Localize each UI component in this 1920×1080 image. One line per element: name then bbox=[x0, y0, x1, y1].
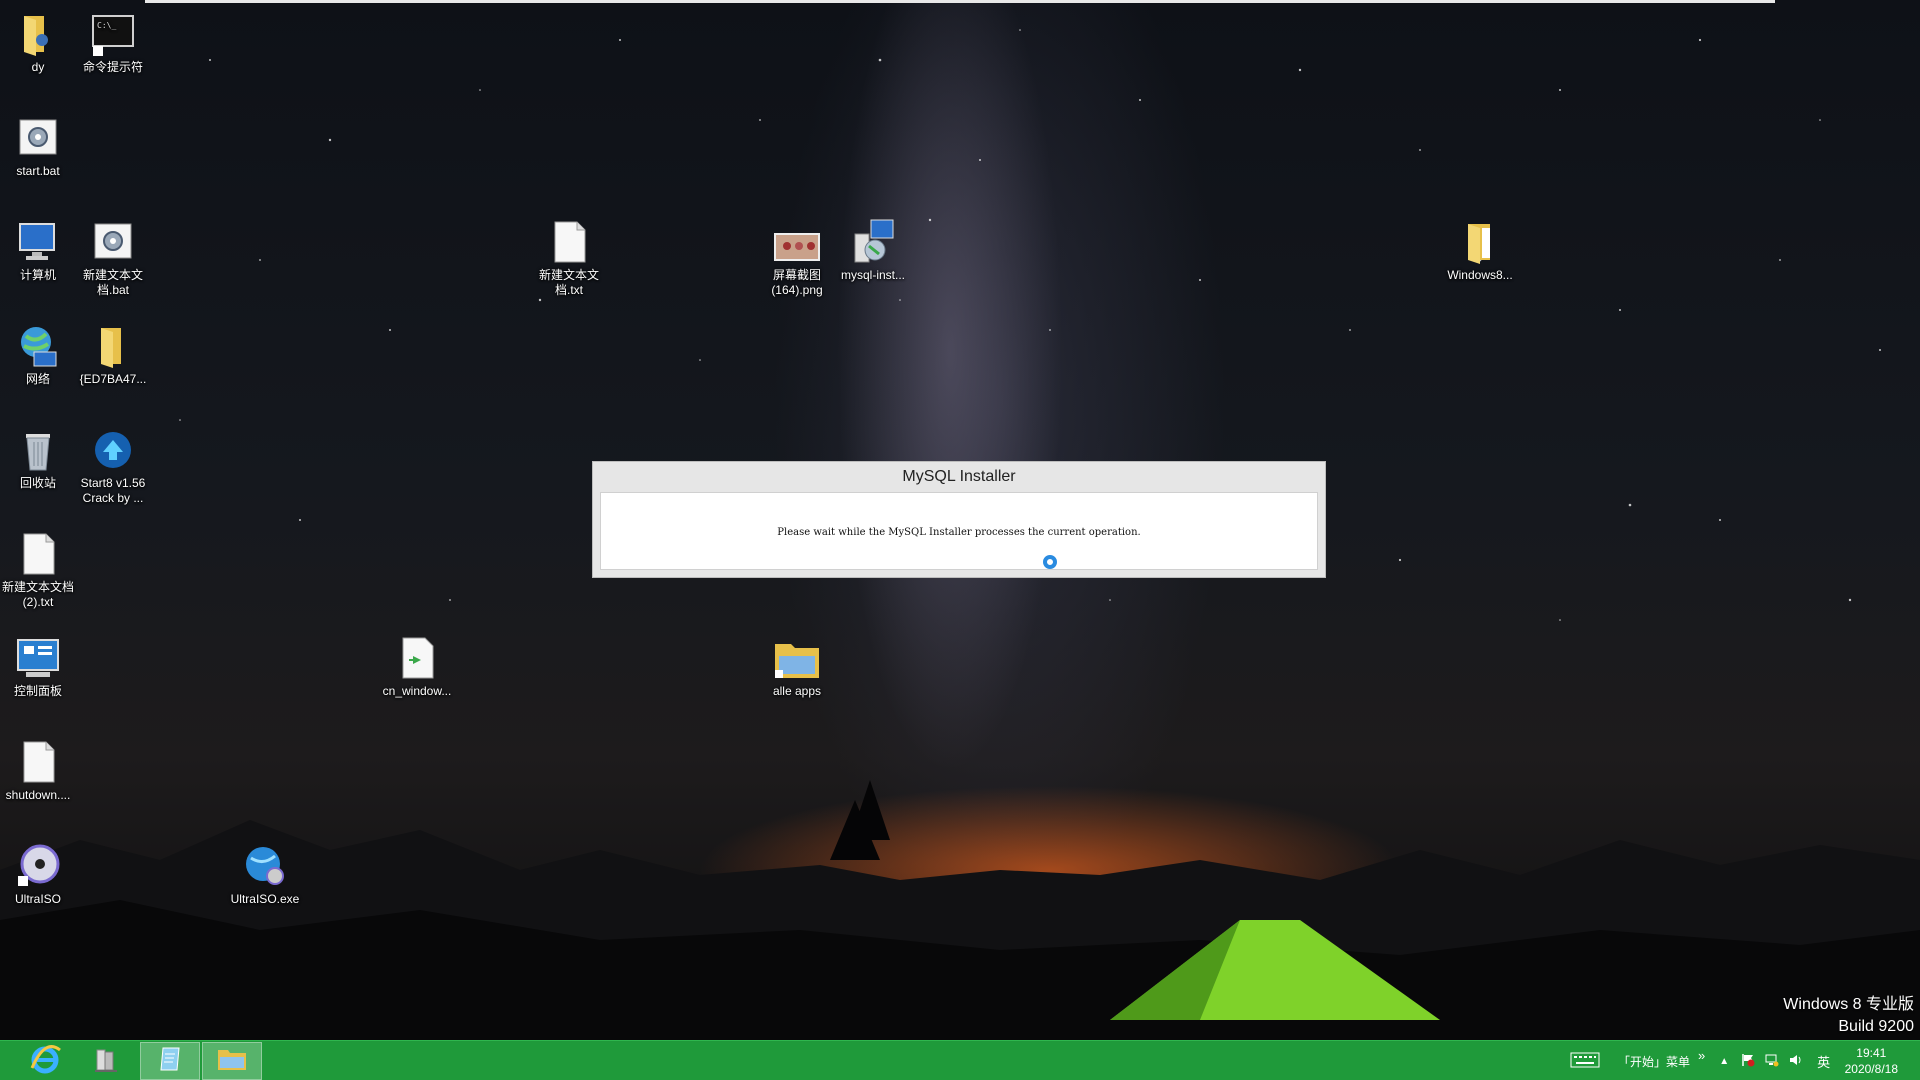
desktop-icon-network[interactable]: 网络 bbox=[0, 322, 78, 387]
desktop-icon-label: Start8 v1.56 Crack by ... bbox=[80, 476, 146, 505]
taskbar: 「开始」菜单 » ▲ 英 19:41 2020/8/18 bbox=[0, 1040, 1920, 1080]
desktop-icon-label: dy bbox=[31, 60, 45, 74]
library-icon bbox=[91, 1044, 121, 1079]
start-menu-toolbar[interactable]: 「开始」菜单 bbox=[1618, 1053, 1690, 1070]
show-hidden-icons-icon[interactable]: ▲ bbox=[1719, 1056, 1729, 1067]
desktop-icon-shutdown[interactable]: shutdown.... bbox=[0, 738, 78, 803]
starfield bbox=[179, 29, 1881, 621]
desktop-icon-start-bat[interactable]: start.bat bbox=[0, 114, 78, 179]
desktop-icon-label: 控制面板 bbox=[13, 684, 62, 698]
desktop-icon-label: 命令提示符 bbox=[82, 60, 143, 74]
network-globe-icon bbox=[14, 322, 62, 370]
desktop-icon-alle-apps[interactable]: alle apps bbox=[757, 634, 837, 699]
image-file-icon bbox=[773, 218, 821, 266]
keyboard-icon[interactable] bbox=[1570, 1052, 1600, 1071]
system-tray: 「开始」菜单 » ▲ 英 bbox=[1570, 1041, 1830, 1080]
desktop-icon-mysql-inst[interactable]: mysql-inst... bbox=[833, 218, 913, 283]
text-document-icon bbox=[545, 218, 593, 266]
desktop-icon-ed7ba47[interactable]: {ED7BA47... bbox=[73, 322, 153, 387]
disc-icon bbox=[14, 842, 62, 890]
text-document-icon bbox=[14, 738, 62, 786]
desktop-icon-ultraiso[interactable]: UltraISO bbox=[0, 842, 78, 907]
toolbar-chevron-icon[interactable]: » bbox=[1698, 1048, 1705, 1063]
desktop-icon-computer[interactable]: 计算机 bbox=[0, 218, 78, 283]
text-document-icon bbox=[14, 530, 62, 578]
clock-time: 19:41 bbox=[1856, 1046, 1887, 1060]
batch-file-icon bbox=[14, 114, 62, 162]
desktop-icon-screenshot[interactable]: 屏幕截图 (164).png bbox=[757, 218, 837, 298]
desktop-icon-ultraiso-exe[interactable]: UltraISO.exe bbox=[225, 842, 305, 907]
start8-icon bbox=[89, 426, 137, 474]
folder-icon bbox=[14, 10, 62, 58]
window-top-edge bbox=[145, 0, 1775, 3]
watermark-edition: Windows 8 专业版 bbox=[1783, 996, 1914, 1013]
desktop-icon-label: 新建文本文档.txt bbox=[538, 268, 599, 297]
desktop-icon-label: shutdown.... bbox=[5, 788, 71, 802]
desktop-icon-label: 新建文本文档.bat bbox=[82, 268, 143, 297]
batch-file-icon bbox=[89, 218, 137, 266]
desktop-icon-newtxt[interactable]: 新建文本文档.txt bbox=[529, 218, 609, 298]
taskbar-file-explorer[interactable] bbox=[202, 1042, 262, 1080]
clock-date: 2020/8/18 bbox=[1844, 1062, 1898, 1076]
desktop-icon-label: cn_window... bbox=[382, 684, 452, 698]
desktop-icon-label: 屏幕截图 (164).png bbox=[771, 268, 823, 297]
watermark-build: Build 9200 bbox=[1838, 1018, 1914, 1035]
desktop-icon-new-bat[interactable]: 新建文本文档.bat bbox=[73, 218, 153, 298]
desktop-icon-dy[interactable]: dy bbox=[0, 10, 78, 75]
desktop-icon-control-panel[interactable]: 控制面板 bbox=[0, 634, 78, 699]
desktop: dy C:\_ 命令提示符 start.bat 计算机 新建文本文档.bat 网… bbox=[0, 0, 1920, 1080]
desktop-icon-cmd[interactable]: C:\_ 命令提示符 bbox=[73, 10, 153, 75]
volume-icon[interactable] bbox=[1789, 1053, 1803, 1070]
internet-explorer-icon bbox=[28, 1042, 62, 1080]
desktop-icon-label: alle apps bbox=[772, 684, 822, 698]
recycle-bin-icon bbox=[14, 426, 62, 474]
command-prompt-icon: C:\_ bbox=[89, 10, 137, 58]
desktop-icon-label: UltraISO.exe bbox=[230, 892, 300, 906]
svg-text:C:\_: C:\_ bbox=[97, 21, 116, 30]
taskbar-internet-explorer[interactable] bbox=[15, 1042, 75, 1080]
installer-icon bbox=[849, 218, 897, 266]
taskbar-notepad[interactable] bbox=[140, 1042, 200, 1080]
windows-edition-watermark: Windows 8 专业版 Build 9200 bbox=[1783, 994, 1914, 1038]
folder-shortcut-icon bbox=[773, 634, 821, 682]
desktop-icon-windows8[interactable]: Windows8... bbox=[1440, 218, 1520, 283]
dialog-message: Please wait while the MySQL Installer pr… bbox=[777, 527, 1141, 538]
taskbar-libraries[interactable] bbox=[76, 1042, 136, 1080]
action-center-flag-icon[interactable] bbox=[1741, 1053, 1755, 1070]
folder-icon bbox=[89, 322, 137, 370]
desktop-icon-label: 回收站 bbox=[19, 476, 56, 490]
file-explorer-icon bbox=[216, 1044, 248, 1079]
desktop-icon-label: start.bat bbox=[16, 164, 60, 178]
network-icon[interactable] bbox=[1765, 1053, 1779, 1070]
loading-spinner-icon bbox=[1043, 555, 1057, 569]
desktop-icon-label: 新建文本文档 (2).txt bbox=[1, 580, 74, 609]
desktop-icon-label: UltraISO bbox=[14, 892, 61, 906]
dialog-title: MySQL Installer bbox=[902, 468, 1016, 485]
desktop-icon-recycle-bin[interactable]: 回收站 bbox=[0, 426, 78, 491]
input-method-indicator[interactable]: 英 bbox=[1817, 1052, 1830, 1071]
mountain-silhouette bbox=[0, 780, 1920, 1040]
globe-disc-icon bbox=[241, 842, 289, 890]
desktop-icon-cn-window[interactable]: cn_window... bbox=[377, 634, 457, 699]
desktop-icon-label: Windows8... bbox=[1447, 268, 1513, 282]
dialog-body: Please wait while the MySQL Installer pr… bbox=[600, 492, 1318, 570]
iso-file-icon bbox=[393, 634, 441, 682]
control-panel-icon bbox=[14, 634, 62, 682]
folder-icon bbox=[1456, 218, 1504, 266]
desktop-icon-label: mysql-inst... bbox=[840, 268, 905, 282]
desktop-icon-start8[interactable]: Start8 v1.56 Crack by ... bbox=[73, 426, 153, 506]
computer-icon bbox=[14, 218, 62, 266]
desktop-icon-label: 计算机 bbox=[19, 268, 56, 282]
desktop-icon-label: 网络 bbox=[25, 372, 50, 386]
desktop-icon-label: {ED7BA47... bbox=[79, 372, 147, 386]
taskbar-clock[interactable]: 19:41 2020/8/18 bbox=[1845, 1045, 1898, 1077]
mysql-installer-dialog[interactable]: MySQL Installer Please wait while the My… bbox=[592, 461, 1326, 578]
desktop-icon-newtxt2[interactable]: 新建文本文档 (2).txt bbox=[0, 530, 78, 610]
notepad-icon bbox=[155, 1044, 185, 1079]
